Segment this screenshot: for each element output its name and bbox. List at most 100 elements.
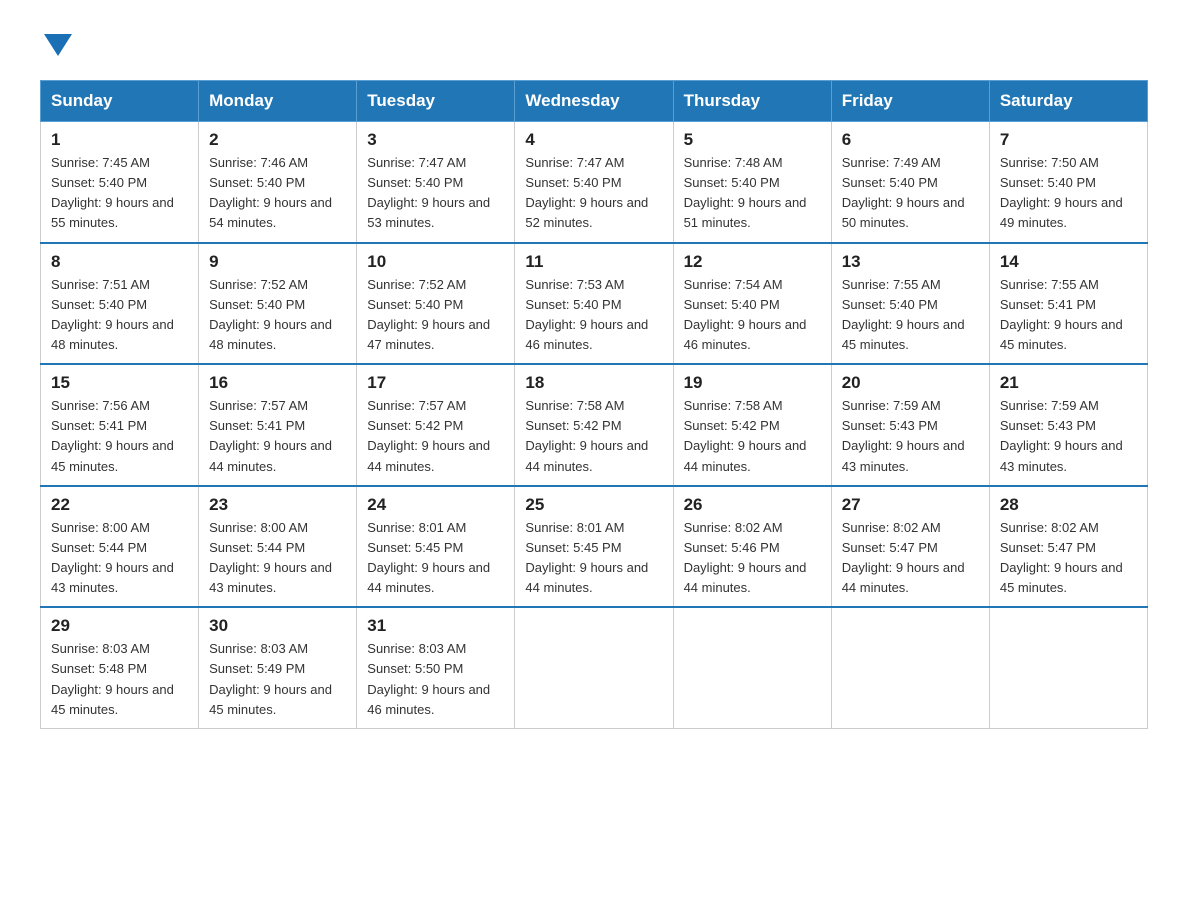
calendar-day-header: Tuesday <box>357 81 515 122</box>
calendar-day-cell: 27 Sunrise: 8:02 AM Sunset: 5:47 PM Dayl… <box>831 486 989 608</box>
day-number: 8 <box>51 252 188 272</box>
day-info: Sunrise: 7:59 AM Sunset: 5:43 PM Dayligh… <box>842 396 979 477</box>
day-number: 24 <box>367 495 504 515</box>
calendar-day-cell: 21 Sunrise: 7:59 AM Sunset: 5:43 PM Dayl… <box>989 364 1147 486</box>
calendar-header-row: SundayMondayTuesdayWednesdayThursdayFrid… <box>41 81 1148 122</box>
day-info: Sunrise: 7:50 AM Sunset: 5:40 PM Dayligh… <box>1000 153 1137 234</box>
day-number: 10 <box>367 252 504 272</box>
day-number: 15 <box>51 373 188 393</box>
calendar-day-cell: 24 Sunrise: 8:01 AM Sunset: 5:45 PM Dayl… <box>357 486 515 608</box>
day-number: 26 <box>684 495 821 515</box>
calendar-day-cell: 20 Sunrise: 7:59 AM Sunset: 5:43 PM Dayl… <box>831 364 989 486</box>
day-number: 13 <box>842 252 979 272</box>
calendar-week-row: 15 Sunrise: 7:56 AM Sunset: 5:41 PM Dayl… <box>41 364 1148 486</box>
day-info: Sunrise: 7:53 AM Sunset: 5:40 PM Dayligh… <box>525 275 662 356</box>
calendar-day-cell: 25 Sunrise: 8:01 AM Sunset: 5:45 PM Dayl… <box>515 486 673 608</box>
day-number: 29 <box>51 616 188 636</box>
day-number: 30 <box>209 616 346 636</box>
day-number: 4 <box>525 130 662 150</box>
calendar-table: SundayMondayTuesdayWednesdayThursdayFrid… <box>40 80 1148 729</box>
calendar-day-cell: 23 Sunrise: 8:00 AM Sunset: 5:44 PM Dayl… <box>199 486 357 608</box>
logo-triangle-icon <box>44 34 72 56</box>
day-number: 23 <box>209 495 346 515</box>
calendar-day-cell: 7 Sunrise: 7:50 AM Sunset: 5:40 PM Dayli… <box>989 122 1147 243</box>
page-header <box>40 30 1148 56</box>
calendar-day-cell: 5 Sunrise: 7:48 AM Sunset: 5:40 PM Dayli… <box>673 122 831 243</box>
day-info: Sunrise: 7:58 AM Sunset: 5:42 PM Dayligh… <box>525 396 662 477</box>
day-info: Sunrise: 7:47 AM Sunset: 5:40 PM Dayligh… <box>367 153 504 234</box>
day-number: 21 <box>1000 373 1137 393</box>
day-number: 31 <box>367 616 504 636</box>
day-number: 17 <box>367 373 504 393</box>
calendar-day-cell: 12 Sunrise: 7:54 AM Sunset: 5:40 PM Dayl… <box>673 243 831 365</box>
calendar-week-row: 29 Sunrise: 8:03 AM Sunset: 5:48 PM Dayl… <box>41 607 1148 728</box>
day-number: 22 <box>51 495 188 515</box>
day-number: 16 <box>209 373 346 393</box>
calendar-day-header: Friday <box>831 81 989 122</box>
day-info: Sunrise: 8:00 AM Sunset: 5:44 PM Dayligh… <box>51 518 188 599</box>
day-number: 19 <box>684 373 821 393</box>
calendar-day-cell: 18 Sunrise: 7:58 AM Sunset: 5:42 PM Dayl… <box>515 364 673 486</box>
calendar-day-cell: 15 Sunrise: 7:56 AM Sunset: 5:41 PM Dayl… <box>41 364 199 486</box>
day-number: 6 <box>842 130 979 150</box>
day-info: Sunrise: 7:45 AM Sunset: 5:40 PM Dayligh… <box>51 153 188 234</box>
day-info: Sunrise: 7:48 AM Sunset: 5:40 PM Dayligh… <box>684 153 821 234</box>
calendar-day-cell: 11 Sunrise: 7:53 AM Sunset: 5:40 PM Dayl… <box>515 243 673 365</box>
calendar-day-cell: 1 Sunrise: 7:45 AM Sunset: 5:40 PM Dayli… <box>41 122 199 243</box>
calendar-day-cell: 3 Sunrise: 7:47 AM Sunset: 5:40 PM Dayli… <box>357 122 515 243</box>
calendar-day-header: Thursday <box>673 81 831 122</box>
calendar-day-cell <box>673 607 831 728</box>
day-info: Sunrise: 7:55 AM Sunset: 5:41 PM Dayligh… <box>1000 275 1137 356</box>
calendar-day-cell: 13 Sunrise: 7:55 AM Sunset: 5:40 PM Dayl… <box>831 243 989 365</box>
day-info: Sunrise: 8:02 AM Sunset: 5:46 PM Dayligh… <box>684 518 821 599</box>
day-info: Sunrise: 8:03 AM Sunset: 5:50 PM Dayligh… <box>367 639 504 720</box>
day-number: 25 <box>525 495 662 515</box>
calendar-day-cell: 19 Sunrise: 7:58 AM Sunset: 5:42 PM Dayl… <box>673 364 831 486</box>
calendar-day-cell: 22 Sunrise: 8:00 AM Sunset: 5:44 PM Dayl… <box>41 486 199 608</box>
day-info: Sunrise: 7:49 AM Sunset: 5:40 PM Dayligh… <box>842 153 979 234</box>
calendar-day-cell: 29 Sunrise: 8:03 AM Sunset: 5:48 PM Dayl… <box>41 607 199 728</box>
day-info: Sunrise: 7:58 AM Sunset: 5:42 PM Dayligh… <box>684 396 821 477</box>
day-number: 2 <box>209 130 346 150</box>
calendar-day-cell: 16 Sunrise: 7:57 AM Sunset: 5:41 PM Dayl… <box>199 364 357 486</box>
day-info: Sunrise: 7:55 AM Sunset: 5:40 PM Dayligh… <box>842 275 979 356</box>
day-info: Sunrise: 7:54 AM Sunset: 5:40 PM Dayligh… <box>684 275 821 356</box>
calendar-day-cell: 2 Sunrise: 7:46 AM Sunset: 5:40 PM Dayli… <box>199 122 357 243</box>
day-info: Sunrise: 7:52 AM Sunset: 5:40 PM Dayligh… <box>209 275 346 356</box>
day-number: 12 <box>684 252 821 272</box>
day-info: Sunrise: 7:59 AM Sunset: 5:43 PM Dayligh… <box>1000 396 1137 477</box>
day-info: Sunrise: 8:01 AM Sunset: 5:45 PM Dayligh… <box>525 518 662 599</box>
day-info: Sunrise: 8:03 AM Sunset: 5:48 PM Dayligh… <box>51 639 188 720</box>
day-info: Sunrise: 7:57 AM Sunset: 5:42 PM Dayligh… <box>367 396 504 477</box>
day-number: 1 <box>51 130 188 150</box>
calendar-day-cell: 6 Sunrise: 7:49 AM Sunset: 5:40 PM Dayli… <box>831 122 989 243</box>
calendar-day-cell: 10 Sunrise: 7:52 AM Sunset: 5:40 PM Dayl… <box>357 243 515 365</box>
day-number: 3 <box>367 130 504 150</box>
calendar-day-cell: 8 Sunrise: 7:51 AM Sunset: 5:40 PM Dayli… <box>41 243 199 365</box>
day-info: Sunrise: 7:56 AM Sunset: 5:41 PM Dayligh… <box>51 396 188 477</box>
day-number: 28 <box>1000 495 1137 515</box>
day-info: Sunrise: 8:01 AM Sunset: 5:45 PM Dayligh… <box>367 518 504 599</box>
day-number: 14 <box>1000 252 1137 272</box>
calendar-day-cell: 31 Sunrise: 8:03 AM Sunset: 5:50 PM Dayl… <box>357 607 515 728</box>
calendar-day-cell <box>989 607 1147 728</box>
day-info: Sunrise: 8:00 AM Sunset: 5:44 PM Dayligh… <box>209 518 346 599</box>
calendar-day-cell: 26 Sunrise: 8:02 AM Sunset: 5:46 PM Dayl… <box>673 486 831 608</box>
calendar-day-cell: 30 Sunrise: 8:03 AM Sunset: 5:49 PM Dayl… <box>199 607 357 728</box>
day-number: 7 <box>1000 130 1137 150</box>
day-number: 9 <box>209 252 346 272</box>
calendar-week-row: 1 Sunrise: 7:45 AM Sunset: 5:40 PM Dayli… <box>41 122 1148 243</box>
day-info: Sunrise: 7:46 AM Sunset: 5:40 PM Dayligh… <box>209 153 346 234</box>
day-info: Sunrise: 8:02 AM Sunset: 5:47 PM Dayligh… <box>842 518 979 599</box>
day-info: Sunrise: 8:02 AM Sunset: 5:47 PM Dayligh… <box>1000 518 1137 599</box>
day-number: 18 <box>525 373 662 393</box>
calendar-day-cell: 17 Sunrise: 7:57 AM Sunset: 5:42 PM Dayl… <box>357 364 515 486</box>
day-info: Sunrise: 7:57 AM Sunset: 5:41 PM Dayligh… <box>209 396 346 477</box>
day-number: 27 <box>842 495 979 515</box>
day-number: 11 <box>525 252 662 272</box>
calendar-day-cell: 14 Sunrise: 7:55 AM Sunset: 5:41 PM Dayl… <box>989 243 1147 365</box>
calendar-day-header: Sunday <box>41 81 199 122</box>
calendar-week-row: 22 Sunrise: 8:00 AM Sunset: 5:44 PM Dayl… <box>41 486 1148 608</box>
day-number: 20 <box>842 373 979 393</box>
calendar-day-header: Saturday <box>989 81 1147 122</box>
